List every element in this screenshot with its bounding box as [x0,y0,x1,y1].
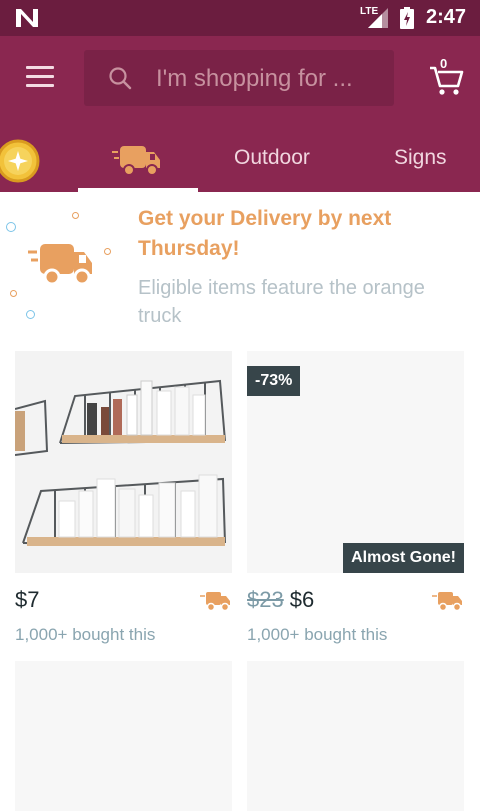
decor-dot [104,248,111,255]
discount-badge: -73% [247,366,301,396]
status-time: 2:47 [426,6,467,28]
decor-dot [26,310,35,319]
tab-signs[interactable]: Signs [380,130,480,192]
search-input[interactable]: I'm shopping for ... [84,50,394,106]
product-price: $6 [289,587,315,612]
battery-icon [400,7,414,29]
tab-fast-delivery[interactable] [78,130,198,192]
decor-dot [10,290,17,297]
tab-coin[interactable] [0,130,50,192]
original-price: $23 [247,587,284,612]
banner-subtitle: Eligible items feature the orange truck [138,277,425,327]
wire-shelf-image [15,351,232,573]
signal-icon [368,8,388,28]
decor-dot [6,222,16,232]
price-row: $7 [15,587,232,617]
search-placeholder: I'm shopping for ... [156,65,353,92]
bought-count: 1,000+ bought this [15,625,156,644]
price-row: $23 $6 [247,587,464,617]
delivery-truck-icon [112,146,160,176]
coin-icon [0,139,40,183]
delivery-truck-icon [432,592,462,612]
product-image[interactable]: -73% Almost Gone! [247,351,464,573]
menu-icon [24,66,60,87]
bought-count: 1,000+ bought this [247,625,388,644]
delivery-truck-icon [28,244,92,286]
app-bar: I'm shopping for ... 0 Outdoor Signs [0,36,480,192]
product-card-placeholder[interactable] [247,661,464,811]
tab-outdoor[interactable]: Outdoor [218,130,338,192]
delivery-banner[interactable]: Get your Delivery by next Thursday! Elig… [0,192,480,342]
product-image[interactable] [15,351,232,573]
search-icon [109,67,132,90]
almost-gone-badge: Almost Gone! [343,543,464,573]
cart-count-badge: 0 [440,56,448,71]
decor-dot [72,212,79,219]
product-card-placeholder[interactable] [15,661,232,811]
tab-label: Signs [394,146,447,169]
product-card[interactable]: -73% Almost Gone! $23 $6 1,000+ bought th… [247,351,464,644]
n-logo-icon [16,9,38,27]
banner-title: Get your Delivery by next Thursday! [138,207,392,260]
tab-label: Outdoor [234,146,310,169]
delivery-truck-icon [200,592,230,612]
menu-button[interactable] [24,66,60,92]
status-bar: LTE 2:47 [0,0,480,36]
product-price: $7 [15,587,40,612]
category-tabs: Outdoor Signs [0,130,480,192]
product-card[interactable]: $7 1,000+ bought this [15,351,232,644]
